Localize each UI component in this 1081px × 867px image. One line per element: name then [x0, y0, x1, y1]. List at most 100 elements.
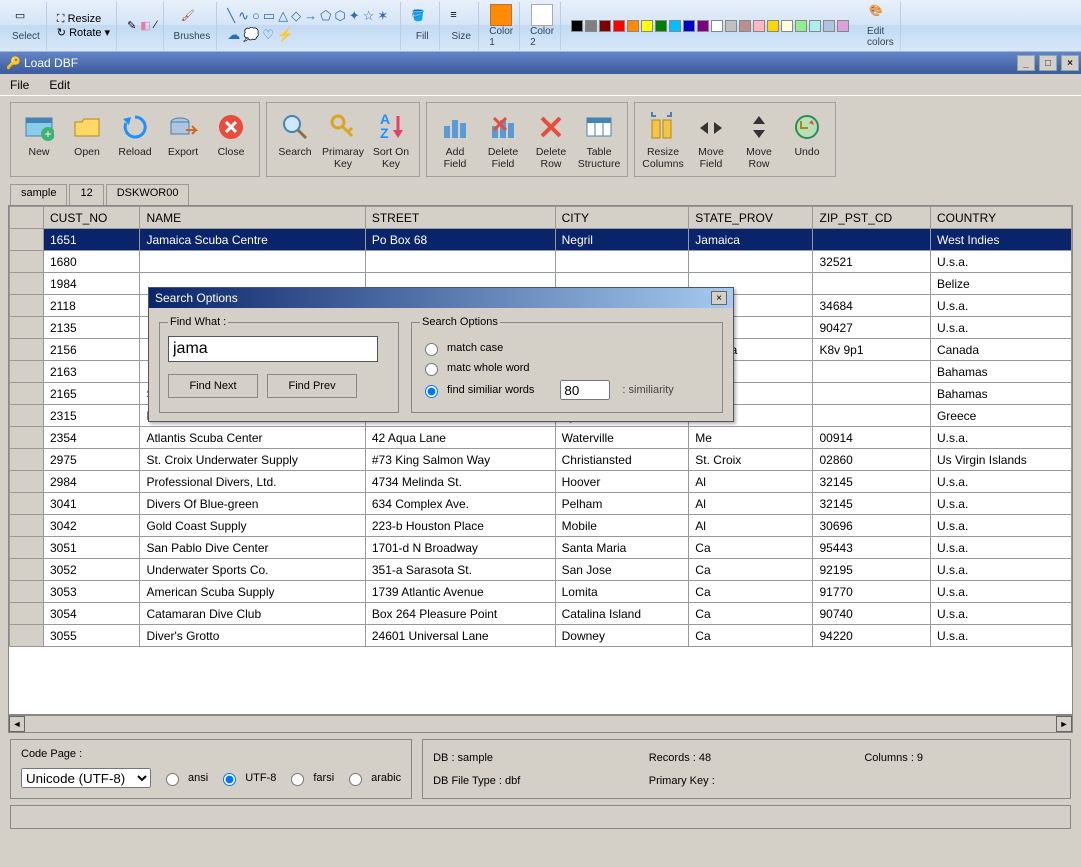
arrow-icon[interactable]: → — [304, 8, 317, 24]
cell[interactable]: Box 264 Pleasure Point — [365, 603, 555, 625]
column-header[interactable]: STREET — [365, 207, 555, 229]
color-swatch[interactable] — [571, 20, 583, 32]
minimize-button[interactable]: _ — [1017, 55, 1035, 71]
cell[interactable]: K8v 9p1 — [813, 339, 930, 361]
cell[interactable]: 1680 — [44, 251, 140, 273]
cell[interactable] — [365, 251, 555, 273]
table-row[interactable]: 2354Atlantis Scuba Center42 Aqua LaneWat… — [10, 427, 1072, 449]
color-swatch[interactable] — [781, 20, 793, 32]
cell[interactable]: 42 Aqua Lane — [365, 427, 555, 449]
row-handle[interactable] — [10, 273, 44, 295]
horizontal-scrollbar[interactable]: ◄ ► — [8, 715, 1073, 733]
table-row[interactable]: 3041Divers Of Blue-green634 Complex Ave.… — [10, 493, 1072, 515]
cell[interactable]: U.s.a. — [930, 581, 1071, 603]
color-swatch[interactable] — [585, 20, 597, 32]
cell[interactable]: 91770 — [813, 581, 930, 603]
table-row[interactable]: 3053American Scuba Supply1739 Atlantic A… — [10, 581, 1072, 603]
callout-icon[interactable]: ☁ — [227, 27, 240, 43]
similarity-input[interactable] — [560, 380, 610, 400]
resize-columns-button[interactable]: Resize Columns — [639, 109, 687, 170]
cell[interactable]: 02860 — [813, 449, 930, 471]
cell[interactable]: 34684 — [813, 295, 930, 317]
color-swatch[interactable] — [725, 20, 737, 32]
cell[interactable] — [813, 229, 930, 251]
color2-tool[interactable]: Color 2 — [524, 2, 561, 50]
cell[interactable]: 634 Complex Ave. — [365, 493, 555, 515]
cell[interactable] — [689, 251, 813, 273]
color-swatch[interactable] — [809, 20, 821, 32]
cell[interactable]: Ca — [689, 581, 813, 603]
cell[interactable]: Us Virgin Islands — [930, 449, 1071, 471]
row-handle[interactable] — [10, 383, 44, 405]
cell[interactable]: 2975 — [44, 449, 140, 471]
table-row[interactable]: 2975St. Croix Underwater Supply#73 King … — [10, 449, 1072, 471]
row-handle[interactable] — [10, 559, 44, 581]
cell[interactable]: 32145 — [813, 493, 930, 515]
add-field-button[interactable]: Add Field — [431, 109, 479, 170]
pencil-icon[interactable]: ✎ — [127, 19, 136, 32]
cell[interactable]: U.s.a. — [930, 427, 1071, 449]
enc-arabic[interactable]: arabic — [344, 770, 401, 786]
sort-button[interactable]: AZSort On Key — [367, 109, 415, 170]
color-swatch[interactable] — [641, 20, 653, 32]
enc-utf8[interactable]: UTF-8 — [218, 770, 276, 786]
cell[interactable]: San Pablo Dive Center — [140, 537, 365, 559]
match-whole-word-option[interactable]: matc whole word — [420, 360, 714, 376]
color-swatch[interactable] — [739, 20, 751, 32]
cell[interactable]: U.s.a. — [930, 515, 1071, 537]
cell[interactable]: Jamaica — [689, 229, 813, 251]
select-tool[interactable]: ▭ Select — [6, 2, 47, 50]
cell[interactable]: 3054 — [44, 603, 140, 625]
cell[interactable] — [813, 273, 930, 295]
cell[interactable]: 2163 — [44, 361, 140, 383]
cell[interactable]: 94220 — [813, 625, 930, 647]
cell[interactable]: 4734 Melinda St. — [365, 471, 555, 493]
color-swatch[interactable] — [753, 20, 765, 32]
cell[interactable]: American Scuba Supply — [140, 581, 365, 603]
cell[interactable]: 2118 — [44, 295, 140, 317]
heart-icon[interactable]: ♡ — [262, 27, 274, 43]
tab-sample[interactable]: sample — [10, 184, 67, 206]
color-swatch[interactable] — [613, 20, 625, 32]
primary-key-button[interactable]: Primaray Key — [319, 109, 367, 170]
pentagon-icon[interactable]: ⬠ — [320, 8, 331, 24]
eraser-icon[interactable]: ◧ — [140, 19, 150, 32]
table-row[interactable]: 1651Jamaica Scuba CentrePo Box 68NegrilJ… — [10, 229, 1072, 251]
color-swatch[interactable] — [669, 20, 681, 32]
menu-edit[interactable]: Edit — [49, 78, 70, 92]
column-header[interactable]: NAME — [140, 207, 365, 229]
row-handle[interactable] — [10, 515, 44, 537]
cell[interactable]: Catamaran Dive Club — [140, 603, 365, 625]
cell[interactable]: Ca — [689, 603, 813, 625]
cell[interactable]: Ca — [689, 625, 813, 647]
row-handle[interactable] — [10, 537, 44, 559]
cell[interactable]: Negril — [555, 229, 689, 251]
table-row[interactable]: 3052Underwater Sports Co.351-a Sarasota … — [10, 559, 1072, 581]
cell[interactable] — [813, 405, 930, 427]
cell[interactable]: 2984 — [44, 471, 140, 493]
cell[interactable]: Divers Of Blue-green — [140, 493, 365, 515]
shapes-group[interactable]: ╲∿○▭△◇→⬠⬡✦☆✶☁💭♡⚡ — [221, 2, 401, 50]
menu-file[interactable]: File — [10, 78, 29, 92]
cell[interactable]: 24601 Universal Lane — [365, 625, 555, 647]
color-swatch[interactable] — [795, 20, 807, 32]
color-swatch[interactable] — [599, 20, 611, 32]
row-handle[interactable] — [10, 625, 44, 647]
table-row[interactable]: 3055Diver's Grotto24601 Universal LaneDo… — [10, 625, 1072, 647]
color-swatch[interactable] — [627, 20, 639, 32]
size-tool[interactable]: ≡ Size — [444, 2, 479, 50]
cell[interactable]: U.s.a. — [930, 493, 1071, 515]
cell[interactable]: San Jose — [555, 559, 689, 581]
close-button[interactable]: Close — [207, 109, 255, 170]
reload-button[interactable]: Reload — [111, 109, 159, 170]
cell[interactable]: Mobile — [555, 515, 689, 537]
table-row[interactable]: 168032521U.s.a. — [10, 251, 1072, 273]
cell[interactable]: 95443 — [813, 537, 930, 559]
rect-icon[interactable]: ▭ — [263, 8, 275, 24]
cell[interactable]: Lomita — [555, 581, 689, 603]
cell[interactable]: Diver's Grotto — [140, 625, 365, 647]
cell[interactable]: 1739 Atlantic Avenue — [365, 581, 555, 603]
scroll-left-button[interactable]: ◄ — [9, 716, 25, 732]
enc-ansi[interactable]: ansi — [161, 770, 208, 786]
row-handle[interactable] — [10, 405, 44, 427]
